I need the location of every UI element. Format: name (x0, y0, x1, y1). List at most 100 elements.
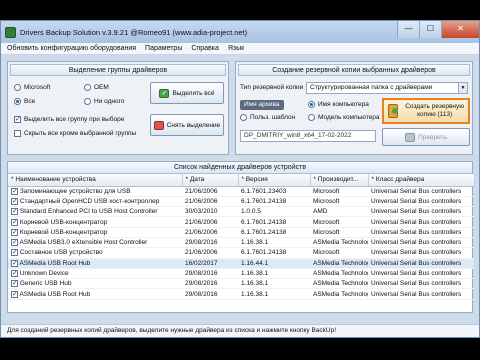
backup-type-select[interactable]: Структурированная папка с драйверами ▼ (306, 82, 468, 94)
row-checkbox[interactable]: ✓ (11, 239, 18, 247)
radio-microsoft[interactable]: Microsoft (14, 84, 50, 91)
date-cell: 21/06/2006 (182, 216, 238, 228)
table-row[interactable]: ✓ Корневой USB-концентратор 21/06/2006 6.1… (8, 227, 474, 238)
radio-microsoft-dot[interactable] (14, 84, 21, 91)
table-row[interactable]: ✓ Запоминающее устройство для USB 21/06/2… (8, 186, 474, 197)
table-row[interactable]: ✓ ASMedia USB3.0 eXtensible Host Control… (8, 237, 474, 249)
row-checkbox[interactable]: ✓ (11, 259, 18, 267)
col-version[interactable]: * Версия (238, 174, 311, 187)
menu-help[interactable]: Справка (191, 45, 218, 52)
col-vendor[interactable]: * Производит... (310, 174, 369, 187)
radio-computer-name[interactable]: Имя компьютера (308, 101, 369, 108)
row-checkbox[interactable]: ✓ (11, 270, 18, 278)
vendor-cell: Microsoft (310, 247, 368, 259)
radio-computer-name-dot[interactable] (308, 101, 315, 108)
row-checkbox[interactable]: ✓ (11, 280, 18, 288)
vendor-cell: ASMedia Technology (310, 258, 368, 269)
version-cell: 1.16.44.1 (238, 258, 310, 269)
row-checkbox[interactable]: ✓ (11, 218, 18, 226)
close-button[interactable]: ✕ (441, 21, 479, 38)
device-name-cell: ✓ Корневой USB-концентратор (8, 216, 182, 228)
device-name-cell: ✓ ASMedia USB Root Hub (8, 258, 182, 269)
status-bar: Для созданий резервных копий драйверов, … (1, 324, 479, 337)
device-name-text: Generic USB Hub (19, 280, 72, 288)
date-cell: 21/06/2006 (182, 247, 238, 259)
device-name-cell: ✓ Стандартный OpenHCD USB хост-контролле… (8, 196, 182, 208)
row-checkbox[interactable]: ✓ (11, 197, 18, 205)
deselect-label: Снять выделение (166, 121, 221, 129)
row-checkbox[interactable]: ✓ (11, 208, 18, 216)
device-name-text: ASMedia USB Root Hub (19, 290, 91, 298)
chevron-down-icon[interactable]: ▼ (458, 83, 467, 93)
vendor-cell: Microsoft (310, 227, 368, 238)
radio-all[interactable]: Все (14, 98, 35, 105)
table-row[interactable]: ✓ Составное USB устройство 21/06/2006 6.1.… (8, 247, 474, 259)
selection-panel-title: Выделение группы драйверов (10, 64, 226, 76)
version-cell: 1.16.38.1 (238, 237, 310, 249)
radio-user-template-dot[interactable] (240, 114, 247, 121)
table-row[interactable]: ✓ ASMedia USB Root Hub 29/08/2016 1.16.38.… (8, 288, 474, 300)
table-row[interactable]: ✓ Generic USB Hub 29/08/2016 1.16.38.1 ASMe… (8, 278, 474, 290)
table-row[interactable]: ✓ Корневой USB-концентратор 21/06/2006 6.1… (8, 216, 474, 228)
deselect-button[interactable]: Снять выделение (150, 114, 224, 136)
backup-panel: Создание резервной копии выбранных драйв… (235, 61, 473, 155)
maximize-button[interactable]: ☐ (419, 21, 441, 38)
app-icon (5, 26, 16, 38)
date-cell: 29/08/2016 (182, 278, 238, 290)
row-checkbox[interactable]: ✓ (11, 249, 18, 257)
col-device-name[interactable]: * Наименование устройства (8, 174, 183, 187)
date-cell: 30/03/2010 (182, 206, 238, 218)
version-cell: 1.16.38.1 (238, 288, 310, 300)
table-row[interactable]: ✓ Unknown Device 29/08/2016 1.16.38.1 ASMed… (8, 268, 474, 280)
table-row[interactable]: ✓ Стандартный OpenHCD USB хост-контролле… (8, 196, 474, 208)
device-name-cell: ✓ Составное USB устройство (8, 247, 182, 259)
menu-language[interactable]: Язык (228, 45, 244, 52)
restore-button[interactable]: Превреть (382, 128, 470, 146)
radio-none[interactable]: Ни одного (84, 98, 124, 105)
menu-bar: Обновить конфигурацию оборудования Парам… (1, 43, 479, 55)
table-row[interactable]: ✓ Standard Enhanced PCI to USB Host Cont… (8, 206, 474, 218)
class-cell: Universal Serial Bus controllers (368, 186, 474, 197)
col-date[interactable]: * Дата (182, 174, 239, 187)
class-cell: Universal Serial Bus controllers (368, 216, 474, 228)
row-checkbox[interactable]: ✓ (11, 187, 18, 195)
radio-none-dot[interactable] (84, 98, 91, 105)
radio-computer-model-label: Модель компьютера (318, 114, 380, 121)
class-cell: Universal Serial Bus controllers (368, 237, 474, 249)
select-all-button[interactable]: ✓ Выделить всё (150, 82, 224, 104)
check-hide-others[interactable]: Скрыть все кроме выбранной группы (14, 130, 136, 137)
vendor-cell: ASMedia Technology (310, 237, 368, 249)
row-checkbox[interactable]: ✓ (11, 290, 18, 298)
backup-panel-title: Создание резервной копии выбранных драйв… (238, 64, 470, 76)
device-name-cell: ✓ Запоминающее устройство для USB (8, 186, 182, 197)
selection-panel: Выделение группы драйверов Microsoft OEM… (7, 61, 229, 155)
app-window: Drivers Backup Solution v.3.9.21 @Romeo9… (0, 20, 480, 338)
radio-all-dot[interactable] (14, 98, 21, 105)
radio-computer-model-dot[interactable] (308, 114, 315, 121)
col-class[interactable]: * Класс драйвера (368, 174, 475, 187)
driver-table: * Наименование устройства * Дата * Верси… (8, 174, 475, 300)
radio-oem-dot[interactable] (84, 84, 91, 91)
archive-name-input[interactable]: DP_DMITRIY_win8_x64_17-02-2022 (240, 130, 376, 142)
table-header: * Наименование устройства * Дата * Верси… (8, 174, 475, 187)
table-row[interactable]: ✓ ASMedia USB Root Hub 16/02/2017 1.16.44.… (8, 258, 474, 269)
menu-refresh[interactable]: Обновить конфигурацию оборудования (7, 45, 136, 52)
row-checkbox[interactable]: ✓ (11, 228, 18, 236)
minimize-button[interactable]: — (397, 21, 419, 38)
check-hide-others-box[interactable] (14, 130, 21, 137)
window-title: Drivers Backup Solution v.3.9.21 @Romeo9… (20, 27, 248, 37)
restore-label: Превреть (418, 133, 447, 141)
window-controls: — ☐ ✕ (397, 21, 479, 38)
menu-settings[interactable]: Параметры (145, 45, 182, 52)
check-select-group-box[interactable]: ✓ (14, 116, 21, 123)
device-name-text: Стандартный OpenHCD USB хост-контроллер (19, 197, 160, 205)
radio-computer-model[interactable]: Модель компьютера (308, 114, 380, 121)
date-cell: 29/08/2016 (182, 288, 238, 300)
radio-oem[interactable]: OEM (84, 84, 109, 91)
create-backup-button[interactable]: Создать резервную копию (113) (382, 98, 470, 124)
radio-user-template[interactable]: Польз. шаблон (240, 114, 295, 121)
radio-none-label: Ни одного (94, 98, 125, 105)
check-select-group[interactable]: ✓ Выделить все группу при выборе (14, 116, 124, 123)
title-bar[interactable]: Drivers Backup Solution v.3.9.21 @Romeo9… (1, 21, 479, 43)
check-icon: ✓ (159, 88, 170, 98)
